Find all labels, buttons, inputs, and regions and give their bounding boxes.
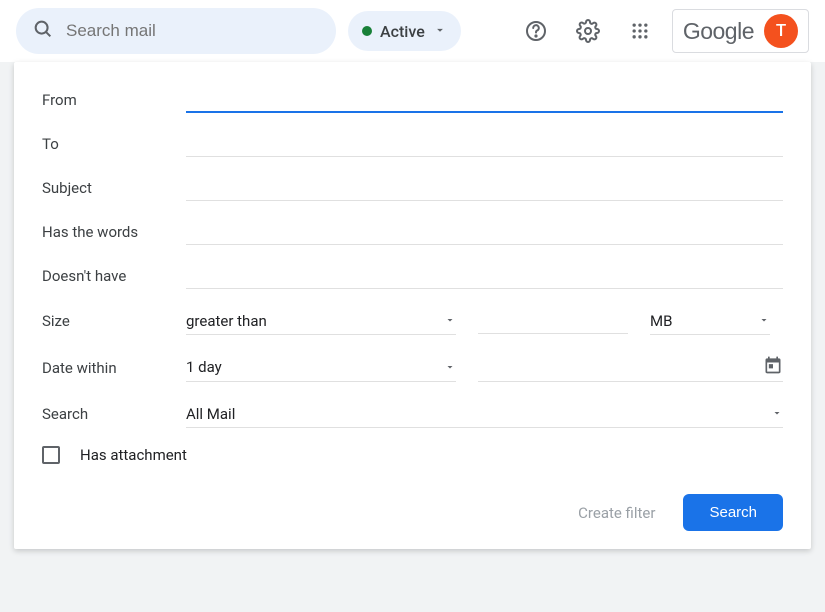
avatar[interactable]: T: [764, 14, 798, 48]
status-pill[interactable]: Active: [348, 11, 461, 51]
chevron-down-icon: [771, 404, 783, 423]
calendar-icon[interactable]: [763, 355, 783, 379]
chevron-down-icon: [444, 358, 456, 377]
from-input[interactable]: [186, 86, 783, 113]
status-dot-icon: [362, 26, 372, 36]
google-logo: Google: [683, 18, 754, 45]
searchscope-label: Search: [42, 405, 186, 423]
settings-button[interactable]: [568, 11, 608, 51]
attachment-checkbox[interactable]: [42, 446, 60, 464]
advanced-search-panel: From To Subject Has the words Doesn't ha…: [14, 62, 811, 549]
search-box[interactable]: [16, 8, 336, 54]
size-operator-select[interactable]: greater than: [186, 307, 456, 335]
search-icon: [32, 18, 54, 44]
chevron-down-icon: [444, 311, 456, 330]
size-label: Size: [42, 312, 186, 330]
chevron-down-icon: [433, 22, 447, 41]
attachment-label: Has attachment: [80, 446, 187, 464]
date-range-select[interactable]: 1 day: [186, 354, 456, 382]
to-label: To: [42, 135, 186, 153]
search-input[interactable]: [66, 21, 320, 41]
size-unit-select[interactable]: MB: [650, 307, 770, 335]
chevron-down-icon: [758, 311, 770, 330]
search-scope-select[interactable]: All Mail: [186, 400, 783, 428]
doesnthave-input[interactable]: [186, 263, 783, 289]
haswords-input[interactable]: [186, 219, 783, 245]
subject-input[interactable]: [186, 175, 783, 201]
datewithin-label: Date within: [42, 359, 186, 377]
status-label: Active: [380, 22, 425, 41]
search-button[interactable]: Search: [683, 494, 783, 531]
size-value-input[interactable]: [478, 308, 628, 334]
doesnthave-label: Doesn't have: [42, 267, 186, 285]
help-button[interactable]: [516, 11, 556, 51]
to-input[interactable]: [186, 131, 783, 157]
date-input-wrap: [478, 353, 783, 382]
google-account-box[interactable]: Google T: [672, 9, 809, 53]
create-filter-button[interactable]: Create filter: [578, 504, 655, 522]
topbar: Active Google T: [0, 0, 825, 62]
haswords-label: Has the words: [42, 223, 186, 241]
subject-label: Subject: [42, 179, 186, 197]
from-label: From: [42, 91, 186, 109]
date-input[interactable]: [478, 359, 755, 376]
apps-button[interactable]: [620, 11, 660, 51]
